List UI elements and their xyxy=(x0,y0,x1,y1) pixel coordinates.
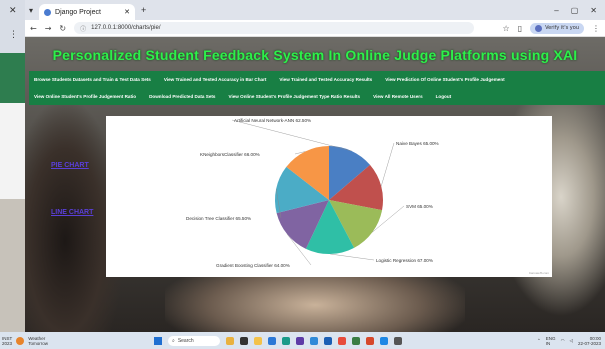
close-icon[interactable]: ✕ xyxy=(9,6,17,16)
pie-leader-line xyxy=(330,253,375,261)
taskbar-search[interactable]: ⌕ Search xyxy=(168,335,220,346)
chart-credit[interactable]: CanvasJS.com xyxy=(529,271,549,275)
maximize-icon[interactable]: ▢ xyxy=(571,6,579,15)
pie-slice-label: Logistic Regression 67.00% xyxy=(376,258,433,263)
clock-date: 22-07-2023 xyxy=(577,340,601,346)
app-icon[interactable] xyxy=(296,336,304,345)
menu-item-type-ratio-results[interactable]: View Online Student's Profile Judgement … xyxy=(228,94,360,99)
file-explorer-icon[interactable] xyxy=(254,336,262,345)
search-label: Search xyxy=(177,337,194,344)
forward-icon[interactable]: → xyxy=(45,24,52,33)
new-tab-icon[interactable]: + xyxy=(141,5,146,15)
pie-slice-label: KNeighborsClassifier 66.00% xyxy=(200,152,260,157)
chevron-up-icon[interactable]: ⌃ xyxy=(537,338,541,344)
language-indicator[interactable]: ENG IN xyxy=(546,336,556,346)
pie-chart: Artificial Neural Network-ANN 62.50% Naiv… xyxy=(186,118,439,268)
browser-tab[interactable]: Django Project ✕ xyxy=(39,4,136,20)
background-left-strip: ✕ ⋮ xyxy=(0,0,25,332)
search-icon: ⌕ xyxy=(172,337,175,344)
edge-icon[interactable] xyxy=(282,336,290,345)
vscode-icon[interactable] xyxy=(324,336,332,345)
speaker-icon[interactable]: ◁ xyxy=(570,338,573,344)
close-tab-icon[interactable]: ✕ xyxy=(124,8,130,16)
pie-slice-label: SVM 65.00% xyxy=(406,204,433,209)
menu-item-accuracy-bar-chart[interactable]: View Trained and Tested Accuracy in Bar … xyxy=(164,77,267,82)
menu-item-judgement-ratio[interactable]: View Online Student's Profile Judgement … xyxy=(34,94,136,99)
sidebar-icon[interactable]: ▯ xyxy=(518,24,522,33)
page-title: Personalized Student Feedback System In … xyxy=(52,47,578,63)
address-bar[interactable]: ⓘ 127.0.0.1:8000/charts/pie/ xyxy=(74,22,475,34)
favicon-icon xyxy=(44,8,52,16)
app-icon[interactable] xyxy=(380,336,388,345)
windows-start-icon[interactable] xyxy=(154,336,162,345)
browser-window: ▾ Django Project ✕ + – ▢ ✕ ← → ↻ ⓘ 127.0… xyxy=(25,0,605,332)
app-icon[interactable] xyxy=(352,336,360,345)
nav-menu: Browse Students Datasets and Train & Tes… xyxy=(29,71,605,105)
window-close-icon[interactable]: ✕ xyxy=(590,6,597,15)
weather-icon[interactable] xyxy=(16,336,25,345)
system-tray: ⌃ ENG IN ◠ ◁ 00:00 22-07-2023 xyxy=(537,336,605,346)
page-content: Personalized Student Feedback System In … xyxy=(25,37,605,332)
pie-slice-label: Gradient Boosting Classifier 64.00% xyxy=(216,263,290,268)
taskbar-left: INST 2023 Weather Tomorrow xyxy=(0,336,150,346)
site-info-icon[interactable]: ⓘ xyxy=(80,24,86,33)
avatar xyxy=(535,24,543,32)
app-icon[interactable] xyxy=(338,336,346,345)
menu-item-logout[interactable]: Logout xyxy=(436,94,452,99)
menu-item-download-data[interactable]: Download Predicted Data Sets xyxy=(149,94,215,99)
address-bar-row: ← → ↻ ⓘ 127.0.0.1:8000/charts/pie/ ☆ ▯ V… xyxy=(25,20,605,37)
bookmark-star-icon[interactable]: ☆ xyxy=(503,24,510,33)
toolbar-right: ☆ ▯ Verify it's you ⋮ xyxy=(503,22,600,34)
back-icon[interactable]: ← xyxy=(30,24,37,33)
profile-label: Verify it's you xyxy=(545,25,579,31)
line-chart-link[interactable]: LINE CHART xyxy=(51,209,93,216)
weather-text[interactable]: Weather Tomorrow xyxy=(28,336,48,346)
menu-item-remote-users[interactable]: View All Remote Users xyxy=(373,94,423,99)
url-text: 127.0.0.1:8000/charts/pie/ xyxy=(91,25,161,31)
tab-title: Django Project xyxy=(55,8,101,16)
menu-item-accuracy-results[interactable]: View Trained and Tested Accuracy Results xyxy=(279,77,372,82)
menu-item-browse-datasets[interactable]: Browse Students Datasets and Train & Tes… xyxy=(34,77,151,82)
reload-icon[interactable]: ↻ xyxy=(59,24,66,33)
minimize-icon[interactable]: – xyxy=(554,6,558,15)
pie-leader-line xyxy=(231,119,352,152)
pie-slice-label: Naive Bayes 65.00% xyxy=(396,141,439,146)
taskbar-left-text: INST 2023 xyxy=(2,335,13,346)
app-icon[interactable] xyxy=(310,336,318,345)
chrome-icon[interactable] xyxy=(366,336,374,345)
app-icon[interactable] xyxy=(240,336,248,345)
more-icon[interactable]: ⋮ xyxy=(9,30,18,40)
tab-menu-icon[interactable]: ▾ xyxy=(29,6,33,15)
taskbar-apps: ⌕ Search xyxy=(154,335,402,346)
app-icon[interactable] xyxy=(394,336,402,345)
menu-item-view-prediction[interactable]: View Prediction Of Online Student's Prof… xyxy=(385,77,504,82)
tab-bar: ▾ Django Project ✕ + – ▢ ✕ xyxy=(25,0,605,20)
menu-row: Browse Students Datasets and Train & Tes… xyxy=(29,71,605,88)
wifi-icon[interactable]: ◠ xyxy=(561,338,565,344)
pie-chart-link[interactable]: PIE CHART xyxy=(51,162,89,169)
pie-slice-label: Artificial Neural Network-ANN 62.50% xyxy=(234,118,311,123)
app-icon[interactable] xyxy=(226,336,234,345)
menu-icon[interactable]: ⋮ xyxy=(592,24,600,33)
pie-slice-label: Decision Tree Classifier 65.50% xyxy=(186,216,251,221)
pie-leader-line xyxy=(381,142,395,187)
profile-button[interactable]: Verify it's you xyxy=(530,22,584,34)
window-controls: – ▢ ✕ xyxy=(554,6,605,15)
pie-chart-container: Artificial Neural Network-ANN 62.50% Naiv… xyxy=(106,116,552,277)
taskbar: INST 2023 Weather Tomorrow ⌕ Search ⌃ EN… xyxy=(0,332,605,349)
app-icon[interactable] xyxy=(268,336,276,345)
menu-row: View Online Student's Profile Judgement … xyxy=(29,88,605,105)
clock[interactable]: 00:00 22-07-2023 xyxy=(578,336,601,346)
